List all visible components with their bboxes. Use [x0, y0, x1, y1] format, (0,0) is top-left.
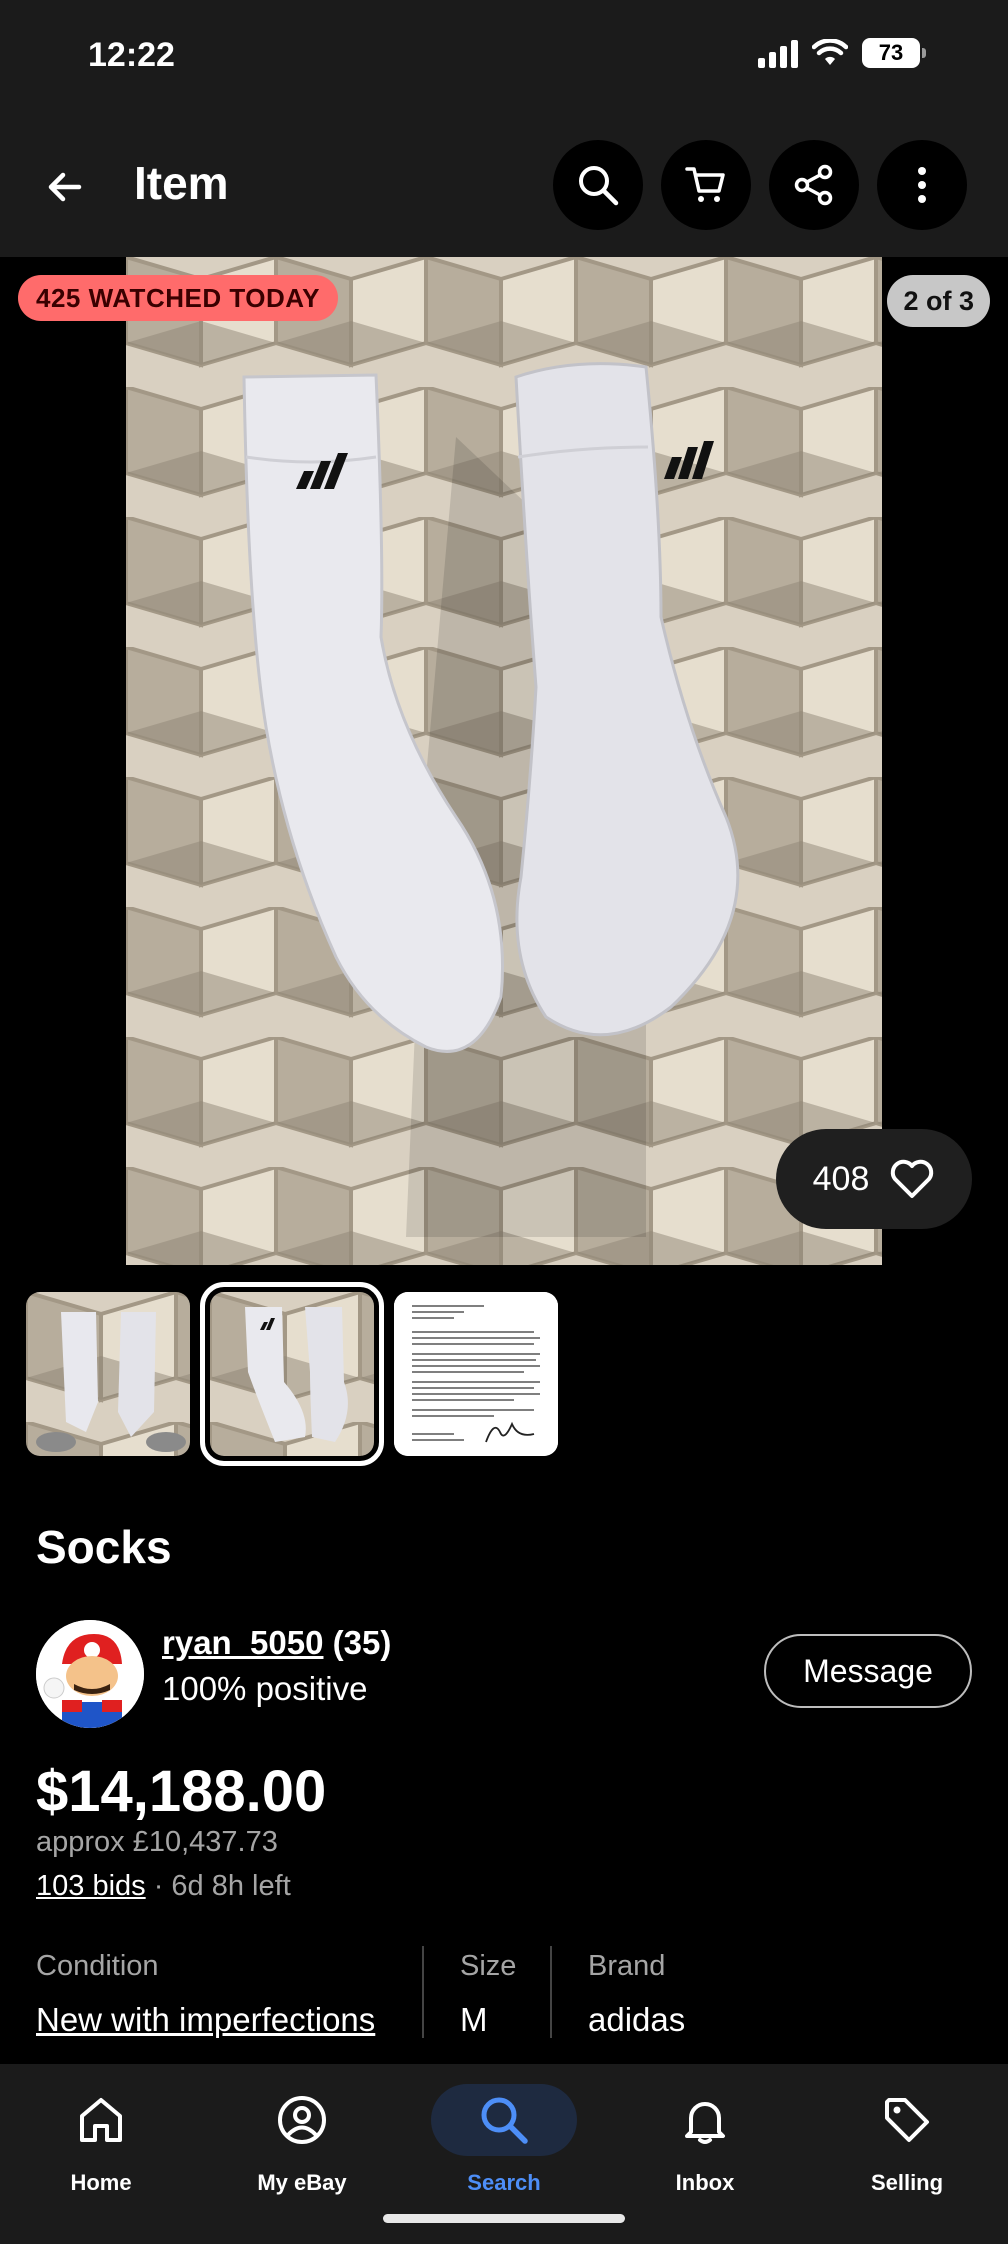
nav-icon-wrap [431, 2084, 577, 2156]
cart-icon [685, 167, 725, 202]
avatar-image [36, 1620, 144, 1728]
spec-label: Condition [36, 1950, 159, 1982]
signal-icon [758, 38, 798, 68]
price: $14,188.00 [36, 1759, 327, 1824]
battery-icon: 73 [862, 38, 926, 68]
nav-icon-wrap [229, 2084, 375, 2156]
share-icon [794, 164, 833, 206]
spec-condition: Condition New with imperfections [36, 1950, 375, 2039]
nav-label: Inbox [675, 2170, 735, 2195]
spec-brand: Brand adidas [588, 1950, 685, 2039]
status-bar: 12:22 73 [0, 0, 1008, 120]
arrow-left-icon [48, 172, 82, 202]
watched-today-badge: 425 WATCHED TODAY [18, 275, 338, 321]
wifi-icon [812, 39, 848, 65]
watch-button[interactable]: 408 [776, 1129, 972, 1229]
image-gallery[interactable]: 425 WATCHED TODAY 2 of 3 408 [0, 257, 1008, 1265]
spec-size: Size M [460, 1950, 516, 2039]
share-button[interactable] [769, 140, 859, 230]
heart-icon [891, 1159, 934, 1198]
nav-home[interactable]: Home [21, 2084, 181, 2196]
spec-label: Size [460, 1950, 517, 1982]
spec-value: adidas [588, 2001, 686, 2038]
user-icon [278, 2096, 326, 2144]
spec-label: Brand [588, 1950, 666, 1982]
thumbnail-image [210, 1292, 374, 1456]
nav-search[interactable]: Search [424, 2084, 584, 2196]
page-title: Item [134, 157, 229, 209]
bids-line: 103 bids · 6d 8h left [36, 1870, 291, 1903]
status-time: 12:22 [88, 36, 175, 74]
nav-icon-wrap [28, 2084, 174, 2156]
watch-count: 408 [812, 1159, 870, 1198]
nav-label: Selling [870, 2170, 944, 2195]
back-button[interactable] [30, 152, 100, 222]
thumbnail-strip [26, 1282, 558, 1466]
seller-name-link[interactable]: ryan_5050 [162, 1624, 323, 1661]
home-indicator [383, 2214, 625, 2223]
nav-icon-wrap [632, 2084, 778, 2156]
more-options-button[interactable] [877, 140, 967, 230]
spec-value: M [460, 2001, 488, 2038]
thumbnail-image [26, 1292, 190, 1456]
nav-selling[interactable]: Selling [827, 2084, 987, 2196]
message-button[interactable]: Message [764, 1634, 972, 1708]
home-icon [80, 2098, 122, 2142]
socks-photo [126, 257, 882, 1265]
bell-icon [685, 2102, 725, 2144]
more-vertical-icon [918, 167, 926, 203]
status-icons: 73 [758, 38, 926, 68]
condition-link[interactable]: New with imperfections [36, 2001, 375, 2039]
seller-avatar[interactable] [36, 1620, 144, 1728]
search-icon [481, 2097, 528, 2144]
tag-icon [885, 2098, 929, 2142]
approx-price: approx £10,437.73 [36, 1826, 278, 1858]
nav-label: Search [467, 2170, 541, 2195]
seller-positive: 100% positive [162, 1670, 368, 1707]
nav-label: My eBay [257, 2170, 347, 2195]
divider [422, 1946, 424, 2038]
search-icon [579, 166, 619, 206]
bids-link[interactable]: 103 bids [36, 1870, 146, 1902]
thumbnail-2[interactable] [200, 1282, 384, 1466]
seller-feedback-count: (35) [332, 1624, 392, 1661]
search-button[interactable] [553, 140, 643, 230]
nav-label: Home [70, 2170, 132, 2195]
thumbnail-image [394, 1292, 558, 1456]
nav-icon-wrap [834, 2084, 980, 2156]
thumbnail-3[interactable] [394, 1292, 558, 1456]
thumbnail-1[interactable] [26, 1292, 190, 1456]
cart-button[interactable] [661, 140, 751, 230]
time-left: · 6d 8h left [153, 1870, 291, 1902]
nav-inbox[interactable]: Inbox [625, 2084, 785, 2196]
item-photo[interactable] [126, 257, 882, 1265]
seller-info: ryan_5050 (35) [162, 1624, 391, 1662]
item-title: Socks [36, 1521, 172, 1573]
divider [550, 1946, 552, 2038]
app-header: Item [0, 120, 1008, 257]
nav-my-ebay[interactable]: My eBay [222, 2084, 382, 2196]
image-counter: 2 of 3 [887, 275, 990, 327]
